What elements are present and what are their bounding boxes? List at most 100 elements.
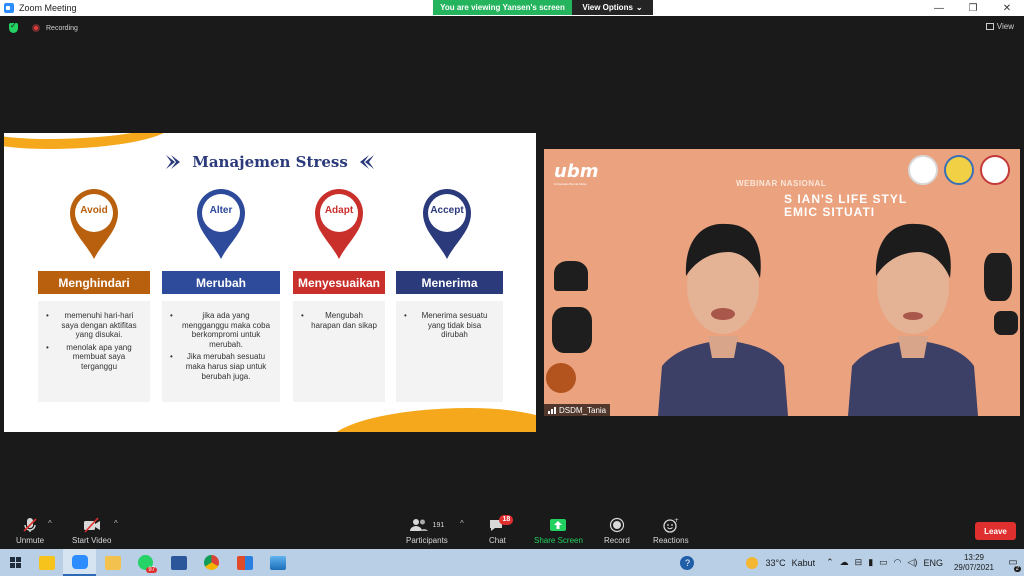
record-icon <box>609 517 625 533</box>
start-button[interactable] <box>0 549 30 576</box>
windows-logo-icon <box>9 557 21 568</box>
list-item: jika ada yang mengganggu maka coba berko… <box>170 311 272 349</box>
chat-unread-badge: 18 <box>499 515 514 525</box>
language-indicator[interactable]: ENG <box>923 558 943 568</box>
reactions-button[interactable]: + Reactions <box>653 517 689 545</box>
close-button[interactable]: ✕ <box>990 0 1024 16</box>
leave-button[interactable]: Leave <box>975 522 1016 540</box>
pin-alter: Alter <box>193 185 249 261</box>
strategy-pins: Avoid Alter Adapt Accept <box>4 185 536 265</box>
minimize-button[interactable]: — <box>922 0 956 16</box>
maximize-button[interactable]: ❐ <box>956 0 990 16</box>
taskbar-chrome[interactable] <box>195 549 228 576</box>
zoom-app-icon <box>4 3 14 13</box>
taskbar-file-explorer[interactable] <box>96 549 129 576</box>
label-menyesuaikan: Menyesuaikan <box>293 271 385 294</box>
audio-options-caret-icon[interactable]: ^ <box>48 519 52 528</box>
encryption-shield-icon[interactable] <box>9 21 18 33</box>
clock-date: 29/07/2021 <box>953 562 994 572</box>
participants-button[interactable]: 191 Participants <box>406 517 448 545</box>
volume-icon[interactable]: ◁) <box>908 557 918 568</box>
battery-icon[interactable]: ▭ <box>879 557 888 568</box>
participants-icon: 191 <box>409 517 444 533</box>
view-options-button[interactable]: View Options ⌄ <box>572 0 653 15</box>
unmute-button[interactable]: Unmute <box>16 517 44 545</box>
sport-silhouette <box>552 307 592 353</box>
start-video-button[interactable]: Start Video <box>72 517 111 545</box>
system-tray: ? 33°C Kabut ⌃ ☁ ⊟ ▮ ▭ ◠ ◁) ENG 13:29 29… <box>677 549 1024 576</box>
clock-time: 13:29 <box>963 552 984 562</box>
recording-label: Recording <box>46 24 78 32</box>
slide-decoration-bottom <box>326 408 536 432</box>
folder-icon <box>104 555 121 570</box>
chat-label: Chat <box>489 536 506 545</box>
chat-icon: 18 <box>489 515 514 533</box>
taskbar-whatsapp[interactable]: 97 <box>129 549 162 576</box>
pin-label: Avoid <box>80 205 108 216</box>
signal-strength-icon <box>548 406 556 414</box>
help-icon[interactable]: ? <box>680 555 695 570</box>
pin-accept: Accept <box>419 185 475 261</box>
participant-name-tag: DSDM_Tania <box>544 404 611 416</box>
gallery-view-icon <box>985 23 994 30</box>
pin-label: Adapt <box>324 205 354 216</box>
taskbar-app-grid[interactable] <box>228 549 261 576</box>
share-screen-button[interactable]: Share Screen <box>534 517 583 545</box>
taskbar-sticky-notes[interactable] <box>30 549 63 576</box>
participants-caret-icon[interactable]: ^ <box>460 519 464 528</box>
photos-icon <box>269 555 286 570</box>
meeting-toolbar: Unmute ^ Start Video ^ 191 Participants … <box>0 513 1024 549</box>
weather-icon <box>746 556 759 569</box>
unmute-label: Unmute <box>16 536 45 545</box>
clock[interactable]: 13:29 29/07/2021 <box>954 553 994 572</box>
badge-logo-icon <box>908 155 938 185</box>
cloud-icon[interactable]: ☁ <box>840 557 849 568</box>
logo-subtext: Universitas Bunda Mulia <box>554 182 587 186</box>
notification-count: 2 <box>1013 566 1021 572</box>
list-item: Mengubah harapan dan sikap <box>301 311 377 330</box>
meeting-status-row: Recording <box>0 20 1024 36</box>
sponsor-badges <box>908 155 1010 185</box>
word-icon <box>170 555 187 570</box>
desc-menghindari: memenuhi hari-hari saya dengan aktifitas… <box>38 301 150 402</box>
windows-taskbar: 97 ? 33°C Kabut ⌃ ☁ ⊟ ▮ ▭ ◠ ◁) ENG 13:29… <box>0 549 1024 576</box>
screen-share-banner: You are viewing Yansen's screen View Opt… <box>433 0 653 15</box>
person-figure-right <box>838 186 988 416</box>
chevron-left-icon <box>358 153 376 171</box>
taskbar-zoom[interactable] <box>63 549 96 576</box>
microphone-icon[interactable]: ▮ <box>868 557 873 568</box>
pin-label: Accept <box>430 205 464 216</box>
view-button[interactable]: View <box>985 22 1014 31</box>
taskbar-word[interactable] <box>162 549 195 576</box>
viewing-screen-label: You are viewing Yansen's screen <box>433 0 572 15</box>
taskbar-photos[interactable] <box>261 549 294 576</box>
window-controls: — ❐ ✕ <box>922 0 1024 16</box>
sport-silhouette <box>554 261 588 291</box>
list-item: menolak apa yang membuat saya terganggu <box>46 343 142 372</box>
network-icon[interactable]: ⊟ <box>855 557 863 568</box>
reactions-label: Reactions <box>653 536 689 545</box>
chrome-icon <box>204 555 219 570</box>
participant-video[interactable]: ubm Universitas Bunda Mulia WEBINAR NASI… <box>544 149 1020 416</box>
chat-button[interactable]: 18 Chat <box>489 515 514 545</box>
chevron-up-icon[interactable]: ⌃ <box>826 557 834 568</box>
share-screen-label: Share Screen <box>534 536 583 545</box>
label-merubah: Merubah <box>162 271 280 294</box>
wifi-icon[interactable]: ◠ <box>894 557 902 568</box>
whatsapp-unread-badge: 97 <box>146 567 157 573</box>
desc-merubah: jika ada yang mengganggu maka coba berko… <box>162 301 280 402</box>
temperature[interactable]: 33°C <box>765 558 785 568</box>
weather-condition[interactable]: Kabut <box>792 558 816 568</box>
pin-label: Alter <box>209 205 233 216</box>
chevron-down-icon: ⌄ <box>635 3 643 12</box>
record-button[interactable]: Record <box>604 517 630 545</box>
video-options-caret-icon[interactable]: ^ <box>114 519 118 528</box>
sticky-notes-icon <box>38 555 55 570</box>
list-item: Menerima sesuatu yang tidak bisa dirubah <box>404 311 495 340</box>
recording-icon <box>32 24 40 32</box>
notification-center-button[interactable]: ▭ 2 <box>1002 549 1024 576</box>
window-title: Zoom Meeting <box>19 3 77 13</box>
label-menerima: Menerima <box>396 271 503 294</box>
svg-text:+: + <box>674 517 679 524</box>
slide-title-row: Manajemen Stress <box>4 153 536 171</box>
